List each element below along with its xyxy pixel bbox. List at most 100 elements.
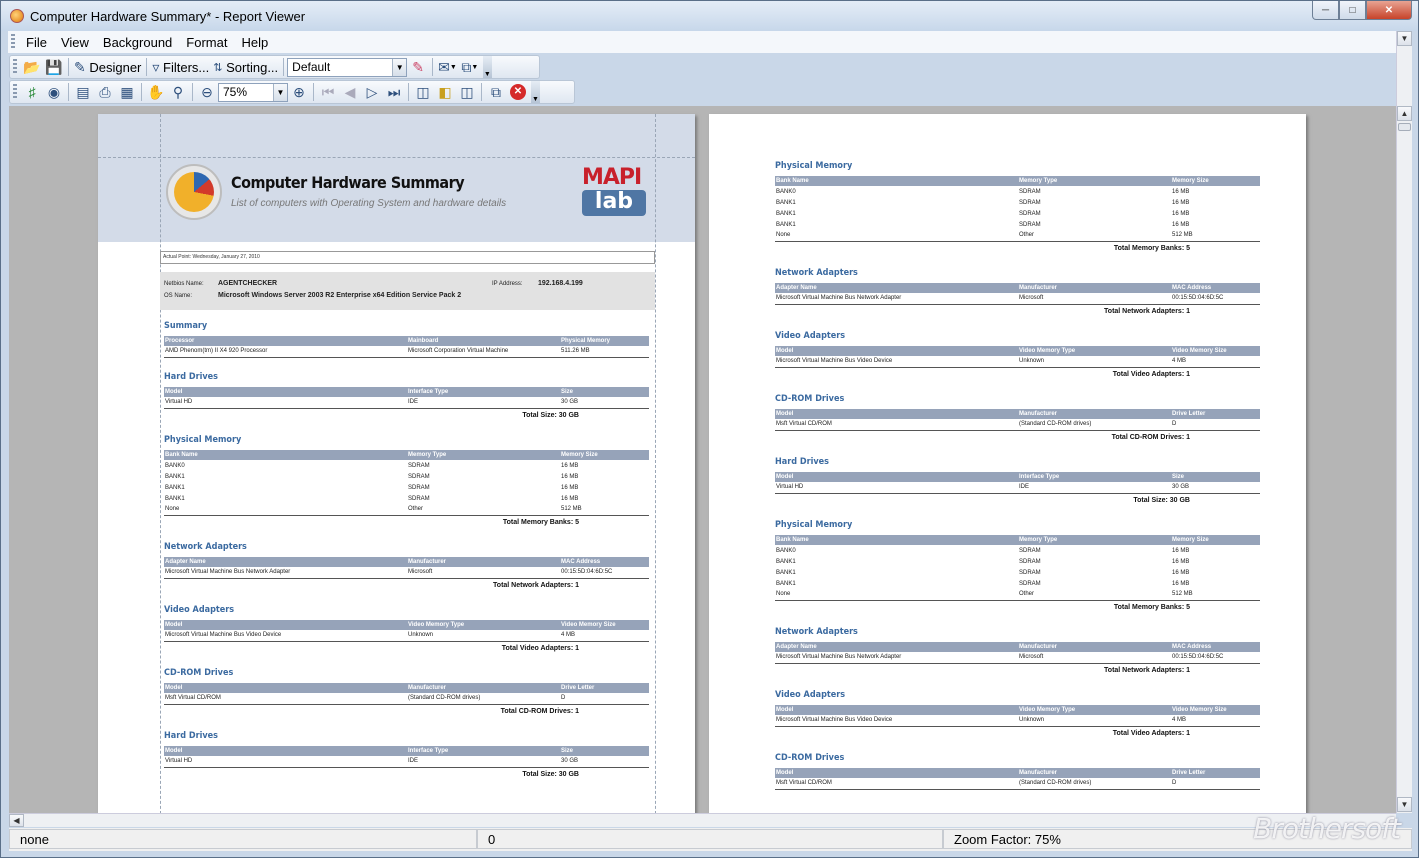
menu-background[interactable]: Background	[96, 35, 179, 50]
table-cell: D	[1171, 419, 1260, 431]
multi-page-button[interactable]: ◧	[434, 82, 456, 102]
section-table: Model Video Memory Type Video Memory Size M…	[775, 705, 1260, 727]
section-title: Network Adapters	[164, 542, 247, 552]
netbios-value: AGENTCHECKER	[218, 280, 278, 287]
menu-format[interactable]: Format	[179, 35, 234, 50]
table-cell: Other	[1018, 230, 1171, 242]
menu-help[interactable]: Help	[234, 35, 275, 50]
section-table: Model Manufacturer Drive Letter Msft Virtua…	[164, 683, 649, 705]
chevron-down-icon[interactable]: ▼	[392, 58, 407, 76]
sort-az-icon: ⇅	[213, 61, 223, 74]
fit-button[interactable]: ⧉	[485, 82, 507, 102]
toolbar-overflow[interactable]: ▼	[482, 56, 492, 78]
stop-button[interactable]: ✕	[507, 82, 529, 102]
minimize-button[interactable]: ─	[1312, 1, 1339, 20]
scroll-left-button[interactable]: ◀	[9, 814, 24, 827]
column-header: Processor	[164, 336, 407, 346]
section-table: Model Manufacturer Drive Letter Msft Virtua…	[775, 768, 1260, 790]
scroll-thumb[interactable]	[1398, 123, 1411, 131]
print-options-button[interactable]: ▦	[116, 82, 138, 102]
table-cell: 16 MB	[561, 484, 579, 491]
app-icon[interactable]	[10, 9, 24, 23]
table-cell: BANK1	[165, 484, 185, 491]
zoom-in-button[interactable]: ⊕	[288, 82, 310, 102]
close-button[interactable]: ✕	[1366, 1, 1412, 20]
column-header: Video Memory Type	[407, 620, 560, 630]
table-cell: 512 MB	[1171, 589, 1260, 601]
first-page-button[interactable]: ⏮	[317, 82, 339, 102]
table-cell: Unknown	[1018, 715, 1171, 727]
export-button[interactable]: ⧉ ▼	[459, 57, 481, 77]
section-title: Network Adapters	[775, 627, 858, 637]
main-toolbar: 📂 💾 ✎ Designer ▿ Filters... ⇅ Sorting...…	[9, 55, 540, 79]
print-button[interactable]: ⎙	[94, 82, 116, 102]
table-cell: None	[164, 504, 407, 516]
maximize-button[interactable]: □	[1339, 1, 1366, 20]
continuous-button[interactable]: ◫	[456, 82, 478, 102]
grip-handle[interactable]	[11, 34, 15, 50]
floppy-icon: 💾	[45, 58, 63, 75]
tree-button[interactable]: ♯	[21, 82, 43, 102]
table-cell: SDRAM	[1019, 188, 1041, 195]
email-button[interactable]: ✉ ▼	[436, 57, 459, 77]
table-cell: SDRAM	[1019, 210, 1041, 217]
find-button[interactable]: ◉	[43, 82, 65, 102]
table-cell: SDRAM	[1019, 580, 1041, 587]
table-cell: BANK1	[776, 199, 796, 206]
column-header: Model	[775, 768, 1018, 778]
toolbar-overflow[interactable]: ▼	[531, 81, 540, 103]
style-combo[interactable]: Default ▼	[287, 57, 408, 77]
table-cell: 16 MB	[1172, 547, 1190, 554]
last-page-button[interactable]: ⏭	[383, 82, 405, 102]
grip-handle[interactable]	[13, 84, 17, 100]
table-cell: 00:15:5D:04:6D:5C	[1171, 293, 1260, 305]
table-row: BANK1 SDRAM 16 MB	[775, 208, 1260, 219]
report-section: Video Adapters Model Video Memory Type Vide…	[775, 690, 1260, 737]
report-section: Physical Memory Bank Name Memory Type Memor…	[775, 161, 1260, 252]
next-page-button[interactable]: ▷	[361, 82, 383, 102]
table-cell: 4 MB	[560, 630, 649, 642]
horizontal-scrollbar[interactable]: ◀	[9, 813, 1396, 827]
title-bar[interactable]: Computer Hardware Summary* - Report View…	[1, 1, 1418, 31]
column-header: Model	[775, 346, 1018, 356]
vertical-scrollbar[interactable]: ▼ ▲ ▼	[1396, 31, 1412, 813]
single-page-button[interactable]: ◫	[412, 82, 434, 102]
table-row: Microsoft Virtual Machine Bus Network Ad…	[164, 567, 649, 579]
open-button[interactable]: 📂	[21, 57, 43, 77]
table-cell: Microsoft Virtual Machine Bus Video Devi…	[164, 630, 407, 642]
table-cell: 16 MB	[1172, 199, 1190, 206]
scroll-up-button[interactable]: ▲	[1397, 106, 1412, 121]
section-total: Total Memory Banks: 5	[1113, 603, 1190, 611]
page-setup-button[interactable]: ▤	[72, 82, 94, 102]
zoom-out-button[interactable]: ⊖	[196, 82, 218, 102]
table-header-row: Adapter Name Manufacturer MAC Address	[164, 557, 649, 567]
section-total: Total Network Adapters: 1	[493, 581, 579, 589]
section-title: Video Adapters	[775, 331, 846, 341]
grip-handle[interactable]	[13, 59, 17, 75]
menu-file[interactable]: File	[19, 35, 54, 50]
section-title: CD-ROM Drives	[775, 753, 845, 763]
prev-page-button[interactable]: ◀	[339, 82, 361, 102]
chevron-down-icon[interactable]: ▼	[273, 83, 287, 101]
table-cell: 511.26 MB	[560, 346, 649, 358]
save-button[interactable]: 💾	[43, 57, 65, 77]
table-row: BANK1 SDRAM 16 MB	[775, 219, 1260, 230]
status-bar: none 0 Zoom Factor: 75%	[9, 828, 1412, 851]
magnifier-button[interactable]: ⚲	[167, 82, 189, 102]
menu-overflow-arrow[interactable]: ▼	[1397, 31, 1412, 46]
sorting-button[interactable]: ⇅ Sorting...	[211, 57, 280, 77]
designer-button[interactable]: ✎ Designer	[72, 57, 143, 77]
table-cell: BANK1	[776, 558, 796, 565]
edit-style-button[interactable]: ✎	[407, 57, 429, 77]
folder-icon: 📂	[23, 58, 41, 75]
report-preview-area[interactable]: Computer Hardware Summary List of comput…	[9, 106, 1396, 813]
table-cell: Msft Virtual CD/ROM	[775, 778, 1018, 790]
zoom-combo[interactable]: 75% ▼	[218, 82, 288, 102]
column-header: Bank Name	[775, 176, 1018, 186]
filters-button[interactable]: ▿ Filters...	[150, 57, 211, 77]
report-section: Network Adapters Adapter Name Manufacturer…	[775, 627, 1260, 674]
pan-button[interactable]: ✋	[145, 82, 167, 102]
table-row: Microsoft Virtual Machine Bus Network Ad…	[775, 293, 1260, 305]
menu-view[interactable]: View	[54, 35, 96, 50]
scroll-down-button[interactable]: ▼	[1397, 797, 1412, 812]
